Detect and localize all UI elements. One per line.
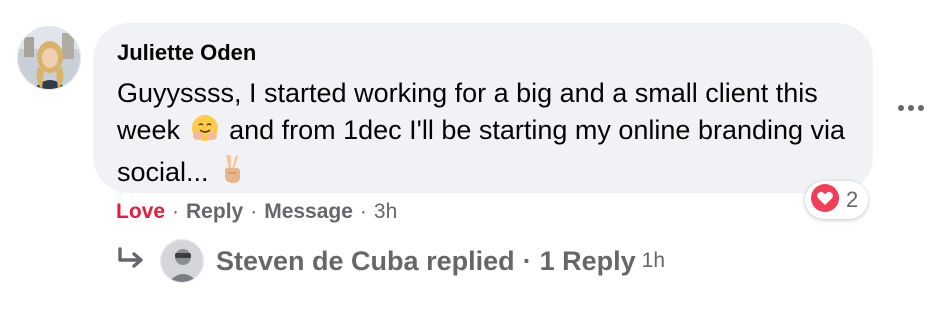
reply-button[interactable]: Reply — [186, 200, 243, 224]
more-options-icon[interactable] — [896, 96, 926, 120]
comment-thread: Juliette Oden Guyyssss, I started workin… — [0, 0, 940, 322]
message-button[interactable]: Message — [264, 200, 353, 224]
reaction-count: 2 — [846, 187, 859, 212]
separator-dot: · — [522, 245, 532, 276]
separator-dot: · — [250, 200, 258, 223]
reaction-summary[interactable]: 2 — [805, 181, 869, 219]
heart-icon — [810, 183, 840, 218]
hugging-face-emoji-icon — [190, 113, 220, 153]
reply-count: 1 Reply — [539, 245, 636, 276]
avatar[interactable] — [17, 26, 81, 90]
comment-actions: Love · Reply · Message · 3h — [116, 200, 397, 224]
reply-verb: replied — [426, 245, 515, 276]
love-button[interactable]: Love — [116, 200, 165, 224]
view-replies-link[interactable]: Steven de Cuba replied · 1 Reply 1h — [116, 238, 665, 284]
comment-timestamp[interactable]: 3h — [374, 200, 397, 224]
reply-summary-text: Steven de Cuba replied · 1 Reply — [216, 246, 636, 277]
comment-text: Guyyssss, I started working for a big an… — [117, 75, 847, 195]
victory-hand-emoji-icon — [218, 153, 246, 195]
comment-bubble: Juliette Oden Guyyssss, I started workin… — [93, 23, 873, 193]
replier-name: Steven de Cuba — [216, 245, 419, 276]
separator-dot: · — [172, 200, 180, 223]
comment-author[interactable]: Juliette Oden — [117, 40, 256, 66]
reply-timestamp: 1h — [641, 249, 666, 272]
replier-avatar — [160, 239, 204, 283]
reply-arrow-icon — [116, 246, 146, 277]
separator-dot: · — [359, 200, 367, 223]
